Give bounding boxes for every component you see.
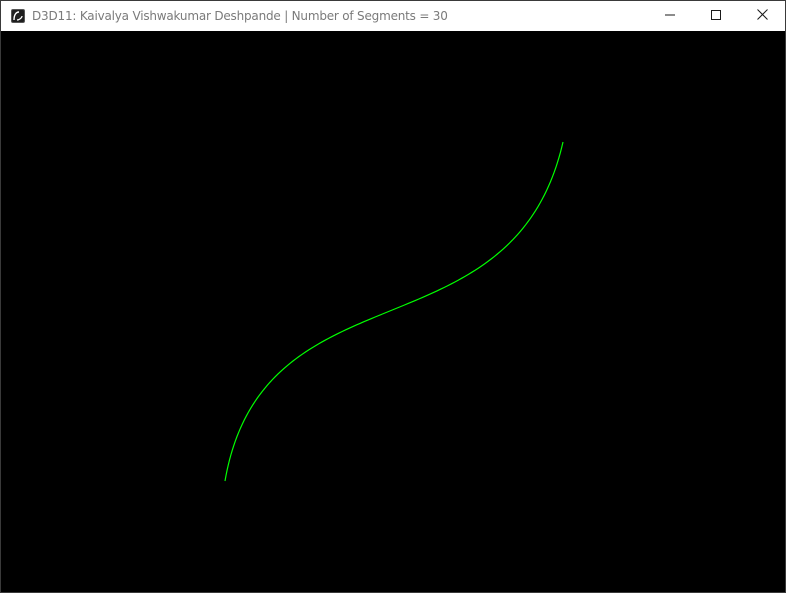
- title-bar[interactable]: D3D11: Kaivalya Vishwakumar Deshpande | …: [1, 1, 785, 31]
- minimize-icon: [665, 7, 675, 25]
- render-viewport[interactable]: [1, 31, 785, 592]
- app-icon[interactable]: [11, 9, 25, 23]
- app-window: D3D11: Kaivalya Vishwakumar Deshpande | …: [0, 0, 786, 593]
- cubic-curve: [224, 141, 564, 482]
- caption-buttons: [647, 1, 785, 31]
- close-icon: [756, 7, 768, 25]
- maximize-button[interactable]: [693, 1, 739, 31]
- close-button[interactable]: [739, 1, 785, 31]
- render-canvas: [224, 141, 564, 482]
- maximize-icon: [711, 7, 721, 25]
- minimize-button[interactable]: [647, 1, 693, 31]
- window-title: D3D11: Kaivalya Vishwakumar Deshpande | …: [32, 9, 448, 23]
